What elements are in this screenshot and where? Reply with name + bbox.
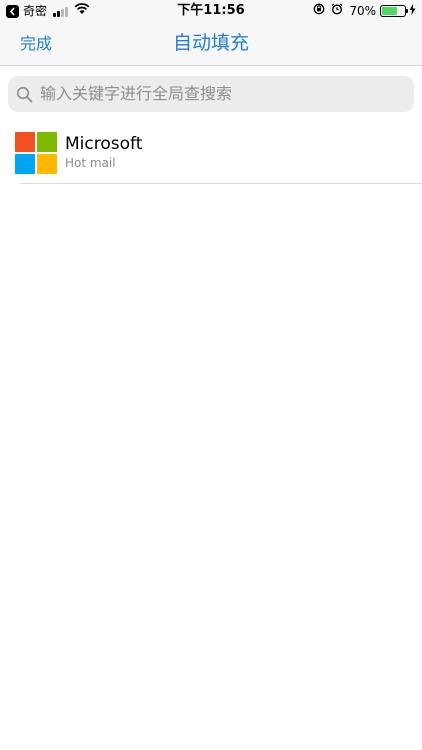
status-bar-right: 70% [307, 3, 416, 19]
search-icon [16, 85, 34, 103]
search-placeholder: 输入关键字进行全局查搜索 [40, 84, 233, 103]
list-item-title: Microsoft [65, 134, 143, 154]
orientation-lock-icon [313, 3, 325, 19]
search-field[interactable]: 输入关键字进行全局查搜索 [8, 76, 414, 112]
list-item-subtitle: Hot mail [65, 156, 116, 170]
microsoft-logo-icon [15, 132, 57, 174]
battery-percentage: 70% [349, 3, 376, 18]
navigation-bar: 完成 自动填充 [0, 22, 422, 66]
list-separator [20, 183, 422, 184]
list-item-microsoft[interactable]: Microsoft Hot mail [0, 122, 422, 184]
charging-bolt-icon [409, 3, 416, 19]
battery-icon [380, 5, 408, 17]
battery-level-fill [382, 7, 398, 15]
page-title: 自动填充 [172, 32, 249, 54]
status-bar: 奇密 下午11:56 70% [0, 0, 422, 22]
alarm-icon [331, 3, 343, 19]
